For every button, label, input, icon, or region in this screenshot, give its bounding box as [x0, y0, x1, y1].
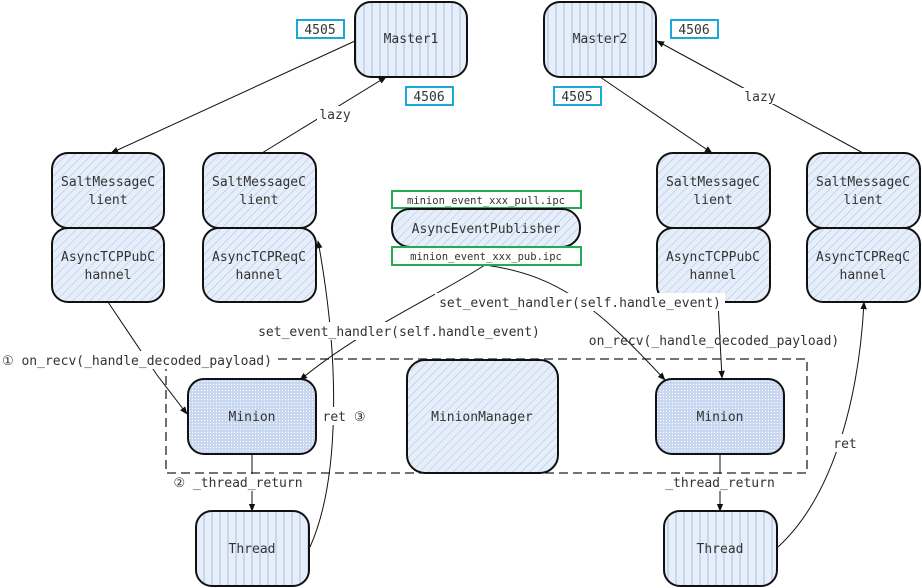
svg-text:Thread: Thread [697, 542, 744, 557]
label-on-recv-left: ① on_recv(_handle_decoded_payload) [0, 351, 276, 369]
svg-text:AsyncTCPReqC: AsyncTCPReqC [816, 250, 910, 265]
salt-message-client-left-2[interactable]: SaltMessageC lient [202, 152, 317, 229]
arrow-master1-to-smc-l1 [110, 40, 356, 154]
arrow-master2-to-smc-r1 [599, 76, 713, 154]
master2-label: Master2 [573, 32, 628, 47]
async-tcp-req-channel-right[interactable]: AsyncTCPReqC hannel [806, 227, 921, 303]
salt-message-client-left-1[interactable]: SaltMessageC lient [51, 152, 165, 229]
svg-text:lazy: lazy [319, 108, 350, 123]
svg-text:lient: lient [693, 193, 732, 208]
label-set-event-handler-left: set_event_handler(self.handle_event) [254, 322, 544, 340]
port-badge-m2-pub: 4505 [553, 86, 602, 106]
ipc-pub-socket: minion_event_xxx_pub.ipc [391, 246, 582, 266]
svg-text:lient: lient [88, 193, 127, 208]
master1-label: Master1 [384, 32, 439, 47]
svg-text:AsyncTCPPubC: AsyncTCPPubC [666, 250, 760, 265]
master2-node[interactable]: Master2 [543, 1, 657, 78]
port-badge-m1-pub: 4505 [296, 19, 345, 39]
svg-text:AsyncTCPPubC: AsyncTCPPubC [61, 250, 155, 265]
label-set-event-handler-right: set_event_handler(self.handle_event) [435, 293, 725, 311]
svg-text:lient: lient [843, 193, 882, 208]
svg-text:SaltMessageC: SaltMessageC [666, 175, 760, 190]
ipc-pull-socket: minion_event_xxx_pull.ipc [391, 190, 582, 209]
svg-text:on_recv(_handle_decoded_payloa: on_recv(_handle_decoded_payload) [589, 334, 839, 349]
label-on-recv-right: on_recv(_handle_decoded_payload) [589, 334, 839, 349]
svg-text:hannel: hannel [85, 268, 132, 283]
svg-text:hannel: hannel [690, 268, 737, 283]
salt-message-client-right-1[interactable]: SaltMessageC lient [656, 152, 771, 229]
async-tcp-pub-channel-right[interactable]: AsyncTCPPubC hannel [656, 227, 771, 303]
label-thread-return-left: ② _thread_return [166, 474, 310, 491]
label-ret-right: ret [830, 434, 860, 452]
svg-text:Thread: Thread [229, 542, 276, 557]
svg-text:SaltMessageC: SaltMessageC [212, 175, 306, 190]
svg-text:Minion: Minion [229, 410, 276, 425]
svg-text:② _thread_return: ② _thread_return [173, 476, 302, 491]
label-ret-left: ret ③ [320, 407, 368, 425]
svg-text:4506: 4506 [413, 90, 444, 105]
svg-text:4506: 4506 [678, 23, 709, 38]
svg-text:4505: 4505 [304, 23, 335, 38]
svg-text:set_event_handler(self.handle_: set_event_handler(self.handle_event) [439, 296, 721, 311]
svg-text:hannel: hannel [236, 268, 283, 283]
svg-text:set_event_handler(self.handle_: set_event_handler(self.handle_event) [258, 325, 540, 340]
async-tcp-req-channel-left[interactable]: AsyncTCPReqC hannel [202, 227, 317, 303]
thread-left[interactable]: Thread [195, 510, 310, 587]
svg-text:lazy: lazy [744, 90, 775, 105]
svg-text:ret: ret [833, 437, 856, 452]
svg-text:SaltMessageC: SaltMessageC [61, 175, 155, 190]
svg-text:AsyncEventPublisher: AsyncEventPublisher [412, 222, 561, 237]
svg-text:minion_event_xxx_pull.ipc: minion_event_xxx_pull.ipc [407, 195, 565, 207]
minion-manager[interactable]: MinionManager [406, 359, 559, 474]
svg-text:4505: 4505 [561, 90, 592, 105]
thread-right[interactable]: Thread [663, 510, 778, 587]
svg-text:AsyncTCPReqC: AsyncTCPReqC [212, 250, 306, 265]
svg-text:hannel: hannel [840, 268, 887, 283]
svg-text:① on_recv(_handle_decoded_payl: ① on_recv(_handle_decoded_payload) [2, 354, 272, 369]
port-badge-m1-req: 4506 [405, 86, 454, 106]
svg-text:_thread_return: _thread_return [665, 476, 775, 491]
minion-left[interactable]: Minion [187, 378, 317, 455]
async-event-publisher[interactable]: AsyncEventPublisher [391, 208, 581, 248]
label-lazy-right: lazy [742, 88, 778, 105]
svg-text:minion_event_xxx_pub.ipc: minion_event_xxx_pub.ipc [410, 251, 562, 263]
async-tcp-pub-channel-left[interactable]: AsyncTCPPubC hannel [51, 227, 165, 303]
svg-text:lient: lient [239, 193, 278, 208]
svg-text:SaltMessageC: SaltMessageC [816, 175, 910, 190]
svg-text:MinionManager: MinionManager [431, 410, 533, 425]
label-lazy-left: lazy [317, 106, 353, 123]
salt-message-client-right-2[interactable]: SaltMessageC lient [806, 152, 921, 229]
svg-text:Minion: Minion [697, 410, 744, 425]
port-badge-m2-req: 4506 [670, 19, 719, 39]
minion-right[interactable]: Minion [655, 378, 785, 455]
svg-text:ret ③: ret ③ [323, 410, 366, 425]
architecture-diagram: Master1 Master2 4505 4506 4505 4506 Salt… [0, 1, 921, 587]
label-thread-return-right: _thread_return [662, 474, 778, 491]
master1-node[interactable]: Master1 [354, 1, 468, 78]
